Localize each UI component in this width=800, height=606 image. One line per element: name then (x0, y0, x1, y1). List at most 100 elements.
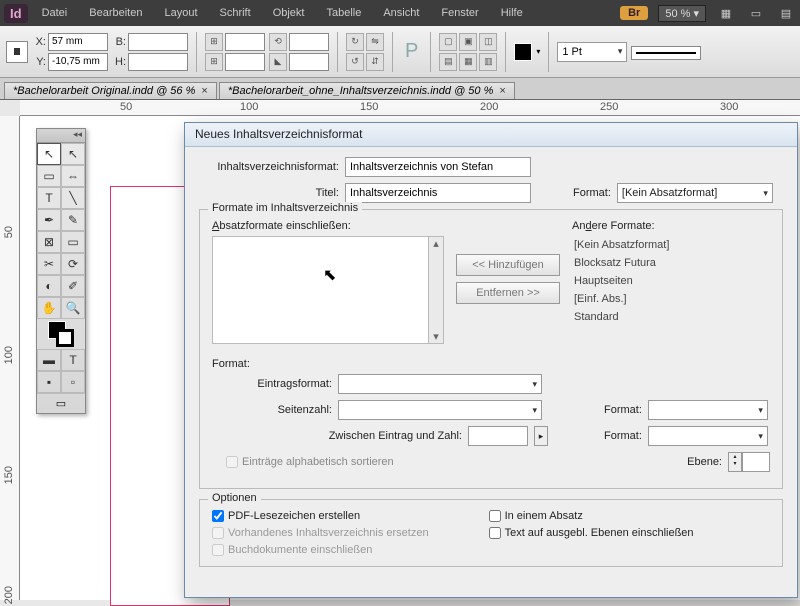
apply-color[interactable]: ▬ (37, 349, 61, 371)
eintragsfmt-dropdown[interactable] (338, 374, 542, 394)
fill-swatch[interactable] (514, 43, 532, 61)
zoom-dropdown[interactable]: 50 % ▾ (658, 5, 706, 22)
close-icon[interactable]: × (499, 85, 505, 97)
scissors-tool[interactable]: ✂ (37, 253, 61, 275)
screen-mode-btn[interactable]: ▭ (37, 393, 85, 413)
rotate-icon[interactable]: ⟲ (269, 33, 287, 51)
menu-bearbeiten[interactable]: Bearbeiten (81, 4, 150, 22)
zwischen-label: Zwischen Eintrag und Zahl: (212, 430, 462, 442)
direct-selection-tool[interactable]: ↖ (61, 143, 85, 165)
zwischen-input[interactable] (468, 426, 528, 446)
transform-tool[interactable]: ⟳ (61, 253, 85, 275)
obj-align6[interactable]: ▥ (479, 53, 497, 71)
flip-h-icon[interactable]: ⇋ (366, 33, 384, 51)
rect-tool[interactable]: ▭ (61, 231, 85, 253)
book-docs-check[interactable]: Buchdokumente einschließen (212, 544, 429, 556)
include-listbox[interactable] (212, 236, 428, 344)
scale-y-icon[interactable]: ⊞ (205, 53, 223, 71)
pencil-tool[interactable]: ✎ (61, 209, 85, 231)
eyedropper-tool[interactable]: ✐ (61, 275, 85, 297)
w-input[interactable] (128, 33, 188, 51)
obj-align1[interactable]: ▢ (439, 33, 457, 51)
rotate[interactable] (289, 33, 329, 51)
replace-toc-check[interactable]: Vorhandenes Inhaltsverzeichnis ersetzen (212, 527, 429, 539)
shear-icon[interactable]: ◣ (269, 53, 287, 71)
y-input[interactable] (48, 53, 108, 71)
shear[interactable] (289, 53, 329, 71)
ebene-spinner[interactable]: ▴▾ (728, 452, 770, 472)
ruler-horizontal: 50 100 150 200 250 300 (20, 100, 800, 116)
ebene-label: Ebene: (687, 456, 722, 468)
menu-hilfe[interactable]: Hilfe (493, 4, 531, 22)
gap-tool[interactable]: ⇔ (61, 165, 85, 187)
format-input[interactable] (345, 157, 531, 177)
special-char-btn[interactable]: ▸ (534, 426, 548, 446)
gradient-tool[interactable]: ◐ (37, 275, 61, 297)
in-absatz-check[interactable]: In einem Absatz (489, 510, 694, 522)
group1-title: Formate im Inhaltsverzeichnis (208, 202, 362, 214)
line-tool[interactable]: ╲ (61, 187, 85, 209)
stroke-style[interactable] (631, 46, 701, 60)
flip-v-icon[interactable]: ⇵ (366, 53, 384, 71)
h-input[interactable] (128, 53, 188, 71)
fmt3-dropdown[interactable] (648, 426, 768, 446)
hand-tool[interactable]: ✋ (37, 297, 61, 319)
alpha-sort-check[interactable]: Einträge alphabetisch sortieren (226, 456, 394, 468)
stroke-weight[interactable]: 1 Pt (557, 42, 627, 62)
seitenzahl-label: Seitenzahl: (212, 404, 332, 416)
paragraph-icon[interactable]: P (401, 40, 422, 63)
menu-objekt[interactable]: Objekt (265, 4, 313, 22)
hidden-layers-check[interactable]: Text auf ausgebl. Ebenen einschließen (489, 527, 694, 539)
obj-align2[interactable]: ▣ (459, 33, 477, 51)
reference-point[interactable] (6, 41, 28, 63)
menu-fenster[interactable]: Fenster (433, 4, 486, 22)
menu-ansicht[interactable]: Ansicht (375, 4, 427, 22)
seitenzahl-dropdown[interactable] (338, 400, 542, 420)
screen-mode-icon[interactable]: ▭ (746, 4, 766, 22)
obj-align5[interactable]: ▦ (459, 53, 477, 71)
other-formats-list[interactable]: [Kein Absatzformat] Blocksatz Futura Hau… (572, 236, 722, 344)
bridge-badge[interactable]: Br (620, 6, 648, 20)
mode-b[interactable]: ▫ (61, 371, 85, 393)
rotate-ccw-icon[interactable]: ↺ (346, 53, 364, 71)
arrange-icon[interactable]: ▤ (776, 4, 796, 22)
options-title: Optionen (208, 492, 261, 504)
add-button[interactable]: << Hinzufügen (456, 254, 560, 276)
options-group: Optionen PDF-Lesezeichen erstellen Vorha… (199, 499, 783, 567)
remove-button[interactable]: Entfernen >> (456, 282, 560, 304)
fmt2-dropdown[interactable] (648, 400, 768, 420)
scale-x[interactable] (225, 33, 265, 51)
format-dropdown[interactable]: [Kein Absatzformat] (617, 183, 773, 203)
pen-tool[interactable]: ✒ (37, 209, 61, 231)
x-input[interactable] (48, 33, 108, 51)
obj-align3[interactable]: ◫ (479, 33, 497, 51)
pdf-bookmark-check[interactable]: PDF-Lesezeichen erstellen (212, 510, 429, 522)
scale-x-icon[interactable]: ⊞ (205, 33, 223, 51)
apply-text[interactable]: T (61, 349, 85, 371)
type-tool[interactable]: T (37, 187, 61, 209)
scrollbar[interactable]: ▴▾ (428, 236, 444, 344)
toolbox: ◂◂ ↖ ↖ ▭ ⇔ T ╲ ✒ ✎ ⊠ ▭ ✂ ⟳ ◐ ✐ ✋ 🔍 ▬ T ▪… (36, 128, 86, 414)
page-tool[interactable]: ▭ (37, 165, 61, 187)
rotate-cw-icon[interactable]: ↻ (346, 33, 364, 51)
mode-a[interactable]: ▪ (37, 371, 61, 393)
zoom-tool[interactable]: 🔍 (61, 297, 85, 319)
selection-tool[interactable]: ↖ (37, 143, 61, 165)
obj-align4[interactable]: ▤ (439, 53, 457, 71)
menu-tabelle[interactable]: Tabelle (318, 4, 369, 22)
doctab-2[interactable]: *Bachelorarbeit_ohne_Inhaltsverzeichnis.… (219, 82, 515, 99)
menu-layout[interactable]: Layout (156, 4, 205, 22)
titel-input[interactable] (345, 183, 531, 203)
eintragsfmt-label: Eintragsformat: (212, 378, 332, 390)
document-tabs: *Bachelorarbeit Original.indd @ 56 %× *B… (0, 78, 800, 100)
menu-datei[interactable]: Datei (34, 4, 76, 22)
toolbox-collapse[interactable]: ◂◂ (37, 129, 85, 143)
menu-schrift[interactable]: Schrift (212, 4, 259, 22)
menubar: Id Datei Bearbeiten Layout Schrift Objek… (0, 0, 800, 26)
scale-y[interactable] (225, 53, 265, 71)
close-icon[interactable]: × (201, 85, 207, 97)
fill-stroke-swatch[interactable] (37, 319, 85, 349)
view-mode-icon[interactable]: ▦ (716, 4, 736, 22)
rect-frame-tool[interactable]: ⊠ (37, 231, 61, 253)
doctab-1[interactable]: *Bachelorarbeit Original.indd @ 56 %× (4, 82, 217, 99)
